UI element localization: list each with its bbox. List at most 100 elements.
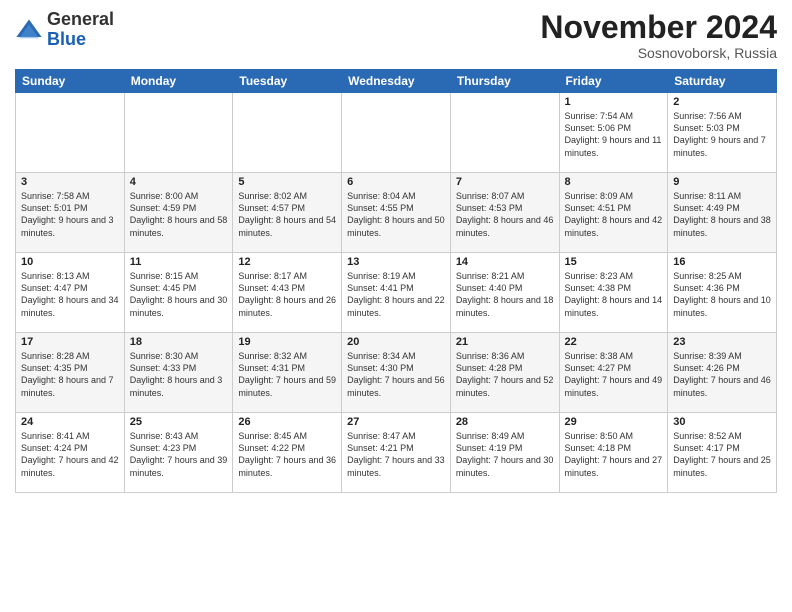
- logo-general: General: [47, 9, 114, 29]
- day-info: Sunrise: 8:21 AM Sunset: 4:40 PM Dayligh…: [456, 270, 554, 319]
- logo: General Blue: [15, 10, 114, 50]
- calendar-cell-w4-d3: 20 Sunrise: 8:34 AM Sunset: 4:30 PM Dayli…: [342, 333, 451, 413]
- calendar-cell-w4-d6: 23 Sunrise: 8:39 AM Sunset: 4:26 PM Dayli…: [668, 333, 777, 413]
- day-number: 18: [130, 336, 228, 348]
- day-info: Sunrise: 7:54 AM Sunset: 5:06 PM Dayligh…: [565, 110, 663, 159]
- calendar-week-4: 17Sunrise: 8:28 AM Sunset: 4:35 PM Dayli…: [16, 333, 777, 413]
- day-number: 1: [565, 96, 663, 108]
- calendar-cell-w2-d0: 3 Sunrise: 7:58 AM Sunset: 5:01 PM Daylig…: [16, 173, 125, 253]
- calendar-week-3: 10 Sunrise: 8:13 AM Sunset: 4:47 PM Dayli…: [16, 253, 777, 333]
- col-wednesday: Wednesday: [342, 70, 451, 93]
- day-info: Sunrise: 8:30 AM Sunset: 4:33 PM Dayligh…: [130, 350, 228, 399]
- calendar-cell-w2-d1: 4Sunrise: 8:00 AM Sunset: 4:59 PM Daylig…: [124, 173, 233, 253]
- calendar-cell-w5-d1: 25 Sunrise: 8:43 AM Sunset: 4:23 PM Dayli…: [124, 413, 233, 493]
- day-number: 24: [21, 416, 119, 428]
- calendar-cell-w5-d3: 27Sunrise: 8:47 AM Sunset: 4:21 PM Dayli…: [342, 413, 451, 493]
- day-number: 8: [565, 176, 663, 188]
- day-info: Sunrise: 8:11 AM Sunset: 4:49 PM Dayligh…: [673, 190, 771, 239]
- calendar-week-2: 3 Sunrise: 7:58 AM Sunset: 5:01 PM Daylig…: [16, 173, 777, 253]
- day-number: 30: [673, 416, 771, 428]
- day-number: 15: [565, 256, 663, 268]
- day-number: 13: [347, 256, 445, 268]
- calendar-cell-w3-d6: 16Sunrise: 8:25 AM Sunset: 4:36 PM Dayli…: [668, 253, 777, 333]
- day-number: 25: [130, 416, 228, 428]
- calendar-cell-w1-d3: [342, 93, 451, 173]
- calendar-cell-w5-d0: 24 Sunrise: 8:41 AM Sunset: 4:24 PM Dayli…: [16, 413, 125, 493]
- calendar-cell-w1-d1: [124, 93, 233, 173]
- calendar-week-5: 24 Sunrise: 8:41 AM Sunset: 4:24 PM Dayli…: [16, 413, 777, 493]
- calendar-cell-w5-d5: 29 Sunrise: 8:50 AM Sunset: 4:18 PM Dayli…: [559, 413, 668, 493]
- day-number: 2: [673, 96, 771, 108]
- calendar-cell-w2-d6: 9Sunrise: 8:11 AM Sunset: 4:49 PM Daylig…: [668, 173, 777, 253]
- day-info: Sunrise: 8:25 AM Sunset: 4:36 PM Dayligh…: [673, 270, 771, 319]
- day-info: Sunrise: 8:49 AM Sunset: 4:19 PM Dayligh…: [456, 430, 554, 479]
- col-friday: Friday: [559, 70, 668, 93]
- day-info: Sunrise: 8:07 AM Sunset: 4:53 PM Dayligh…: [456, 190, 554, 239]
- day-info: Sunrise: 7:58 AM Sunset: 5:01 PM Dayligh…: [21, 190, 119, 239]
- day-number: 10: [21, 256, 119, 268]
- day-info: Sunrise: 8:43 AM Sunset: 4:23 PM Dayligh…: [130, 430, 228, 479]
- logo-icon: [15, 16, 43, 44]
- calendar-cell-w1-d0: [16, 93, 125, 173]
- calendar-cell-w3-d4: 14 Sunrise: 8:21 AM Sunset: 4:40 PM Dayli…: [450, 253, 559, 333]
- calendar-cell-w3-d5: 15Sunrise: 8:23 AM Sunset: 4:38 PM Dayli…: [559, 253, 668, 333]
- day-number: 29: [565, 416, 663, 428]
- day-info: Sunrise: 8:28 AM Sunset: 4:35 PM Dayligh…: [21, 350, 119, 399]
- day-info: Sunrise: 8:47 AM Sunset: 4:21 PM Dayligh…: [347, 430, 445, 479]
- calendar-cell-w4-d0: 17Sunrise: 8:28 AM Sunset: 4:35 PM Dayli…: [16, 333, 125, 413]
- logo-text: General Blue: [47, 10, 114, 50]
- calendar-cell-w2-d3: 6Sunrise: 8:04 AM Sunset: 4:55 PM Daylig…: [342, 173, 451, 253]
- calendar-cell-w1-d2: [233, 93, 342, 173]
- header: General Blue November 2024 Sosnovoborsk,…: [15, 10, 777, 61]
- calendar-cell-w1-d6: 2 Sunrise: 7:56 AM Sunset: 5:03 PM Daylig…: [668, 93, 777, 173]
- calendar-cell-w4-d2: 19 Sunrise: 8:32 AM Sunset: 4:31 PM Dayli…: [233, 333, 342, 413]
- day-info: Sunrise: 8:39 AM Sunset: 4:26 PM Dayligh…: [673, 350, 771, 399]
- calendar-cell-w2-d4: 7 Sunrise: 8:07 AM Sunset: 4:53 PM Daylig…: [450, 173, 559, 253]
- calendar-cell-w1-d5: 1 Sunrise: 7:54 AM Sunset: 5:06 PM Daylig…: [559, 93, 668, 173]
- calendar-cell-w3-d3: 13 Sunrise: 8:19 AM Sunset: 4:41 PM Dayli…: [342, 253, 451, 333]
- day-info: Sunrise: 8:50 AM Sunset: 4:18 PM Dayligh…: [565, 430, 663, 479]
- day-number: 5: [238, 176, 336, 188]
- calendar-table: Sunday Monday Tuesday Wednesday Thursday…: [15, 69, 777, 493]
- calendar-cell-w2-d5: 8 Sunrise: 8:09 AM Sunset: 4:51 PM Daylig…: [559, 173, 668, 253]
- day-info: Sunrise: 8:36 AM Sunset: 4:28 PM Dayligh…: [456, 350, 554, 399]
- day-number: 11: [130, 256, 228, 268]
- calendar-header-row: Sunday Monday Tuesday Wednesday Thursday…: [16, 70, 777, 93]
- day-info: Sunrise: 8:09 AM Sunset: 4:51 PM Dayligh…: [565, 190, 663, 239]
- day-info: Sunrise: 8:38 AM Sunset: 4:27 PM Dayligh…: [565, 350, 663, 399]
- day-info: Sunrise: 8:41 AM Sunset: 4:24 PM Dayligh…: [21, 430, 119, 479]
- day-number: 26: [238, 416, 336, 428]
- day-info: Sunrise: 7:56 AM Sunset: 5:03 PM Dayligh…: [673, 110, 771, 159]
- calendar-cell-w3-d0: 10 Sunrise: 8:13 AM Sunset: 4:47 PM Dayli…: [16, 253, 125, 333]
- location-subtitle: Sosnovoborsk, Russia: [540, 45, 777, 61]
- day-number: 21: [456, 336, 554, 348]
- page: General Blue November 2024 Sosnovoborsk,…: [0, 0, 792, 612]
- calendar-cell-w5-d2: 26 Sunrise: 8:45 AM Sunset: 4:22 PM Dayli…: [233, 413, 342, 493]
- day-number: 7: [456, 176, 554, 188]
- day-info: Sunrise: 8:13 AM Sunset: 4:47 PM Dayligh…: [21, 270, 119, 319]
- day-number: 12: [238, 256, 336, 268]
- day-info: Sunrise: 8:19 AM Sunset: 4:41 PM Dayligh…: [347, 270, 445, 319]
- day-info: Sunrise: 8:02 AM Sunset: 4:57 PM Dayligh…: [238, 190, 336, 239]
- day-number: 19: [238, 336, 336, 348]
- day-info: Sunrise: 8:45 AM Sunset: 4:22 PM Dayligh…: [238, 430, 336, 479]
- calendar-cell-w3-d1: 11 Sunrise: 8:15 AM Sunset: 4:45 PM Dayli…: [124, 253, 233, 333]
- month-title: November 2024: [540, 10, 777, 45]
- calendar-cell-w3-d2: 12Sunrise: 8:17 AM Sunset: 4:43 PM Dayli…: [233, 253, 342, 333]
- day-info: Sunrise: 8:32 AM Sunset: 4:31 PM Dayligh…: [238, 350, 336, 399]
- calendar-cell-w1-d4: [450, 93, 559, 173]
- col-monday: Monday: [124, 70, 233, 93]
- calendar-cell-w2-d2: 5 Sunrise: 8:02 AM Sunset: 4:57 PM Daylig…: [233, 173, 342, 253]
- day-number: 23: [673, 336, 771, 348]
- day-info: Sunrise: 8:15 AM Sunset: 4:45 PM Dayligh…: [130, 270, 228, 319]
- day-number: 20: [347, 336, 445, 348]
- day-info: Sunrise: 8:52 AM Sunset: 4:17 PM Dayligh…: [673, 430, 771, 479]
- day-info: Sunrise: 8:00 AM Sunset: 4:59 PM Dayligh…: [130, 190, 228, 239]
- col-saturday: Saturday: [668, 70, 777, 93]
- day-number: 14: [456, 256, 554, 268]
- col-sunday: Sunday: [16, 70, 125, 93]
- logo-blue: Blue: [47, 29, 86, 49]
- day-info: Sunrise: 8:34 AM Sunset: 4:30 PM Dayligh…: [347, 350, 445, 399]
- day-number: 3: [21, 176, 119, 188]
- day-number: 28: [456, 416, 554, 428]
